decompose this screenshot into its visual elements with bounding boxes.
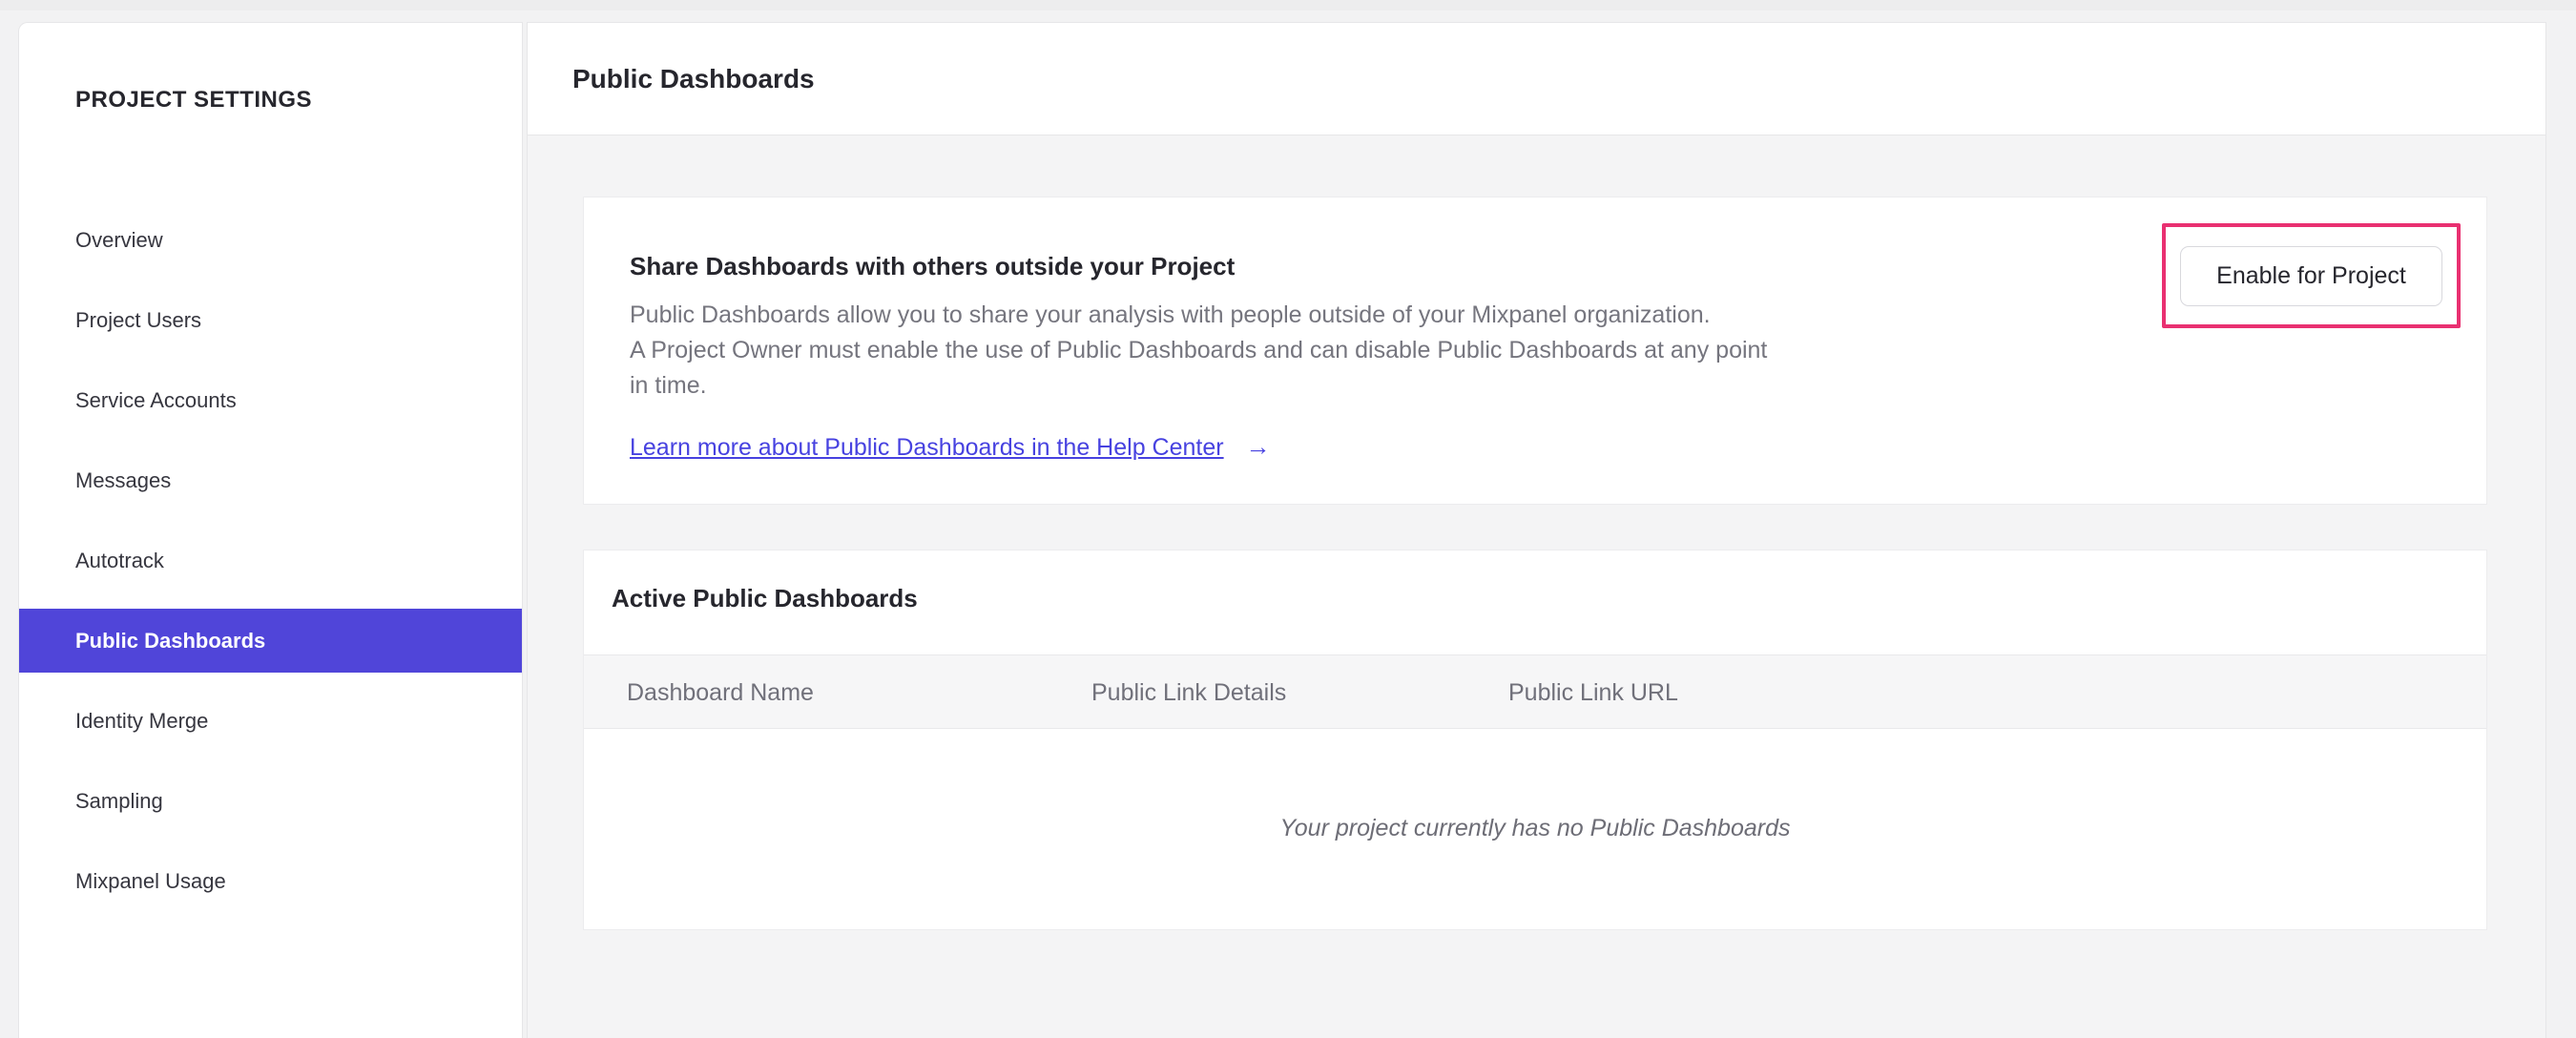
sidebar-item-label: Identity Merge (75, 709, 209, 733)
arrow-right-icon: → (1245, 432, 1271, 461)
active-dashboards-card: Active Public Dashboards Dashboard Name … (583, 550, 2487, 930)
sidebar-item-label: Overview (75, 228, 163, 252)
sidebar-item-label: Service Accounts (75, 388, 237, 412)
sidebar-item-autotrack[interactable]: Autotrack (19, 529, 522, 592)
settings-nav: Overview Project Users Service Accounts … (19, 208, 522, 929)
dashboards-table-header: Dashboard Name Public Link Details Publi… (584, 654, 2486, 729)
column-dashboard-name: Dashboard Name (627, 679, 814, 706)
window-top-strip (0, 0, 2576, 10)
project-settings-sidebar: PROJECT SETTINGS Overview Project Users … (18, 22, 523, 1038)
page-title: Public Dashboards (572, 64, 815, 93)
description-line: Public Dashboards allow you to share you… (630, 301, 1711, 328)
enable-for-project-button[interactable]: Enable for Project (2180, 245, 2442, 306)
description-line: A Project Owner must enable the use of P… (630, 337, 1768, 363)
sidebar-title: PROJECT SETTINGS (75, 87, 313, 113)
sidebar-item-label: Messages (75, 468, 172, 492)
sidebar-item-mixpanel-usage[interactable]: Mixpanel Usage (19, 849, 522, 913)
share-card-description: Public Dashboards allow you to share you… (630, 298, 1767, 404)
description-line: in time. (630, 372, 707, 399)
sidebar-item-messages[interactable]: Messages (19, 448, 522, 512)
share-card-heading: Share Dashboards with others outside you… (630, 252, 1236, 280)
sidebar-item-label: Public Dashboards (75, 629, 266, 653)
sidebar-item-public-dashboards[interactable]: Public Dashboards (19, 609, 522, 673)
highlight-annotation-box: Enable for Project (2162, 223, 2461, 328)
sidebar-item-label: Mixpanel Usage (75, 869, 226, 893)
active-card-heading: Active Public Dashboards (612, 584, 918, 612)
help-center-link-row: Learn more about Public Dashboards in th… (630, 432, 1271, 462)
sidebar-item-service-accounts[interactable]: Service Accounts (19, 368, 522, 432)
main-panel: Public Dashboards Share Dashboards with … (527, 22, 2546, 1038)
sidebar-item-label: Sampling (75, 789, 163, 813)
sidebar-item-label: Autotrack (75, 549, 164, 572)
empty-state-message: Your project currently has no Public Das… (1279, 815, 1791, 841)
sidebar-item-identity-merge[interactable]: Identity Merge (19, 689, 522, 753)
help-center-link[interactable]: Learn more about Public Dashboards in th… (630, 434, 1224, 461)
column-public-link-details: Public Link Details (1091, 679, 1287, 706)
column-public-link-url: Public Link URL (1508, 679, 1678, 706)
sidebar-item-label: Project Users (75, 308, 202, 332)
sidebar-item-sampling[interactable]: Sampling (19, 769, 522, 833)
share-dashboards-card: Share Dashboards with others outside you… (583, 197, 2487, 505)
sidebar-item-project-users[interactable]: Project Users (19, 288, 522, 352)
sidebar-item-overview[interactable]: Overview (19, 208, 522, 272)
page-header: Public Dashboards (528, 23, 2545, 135)
